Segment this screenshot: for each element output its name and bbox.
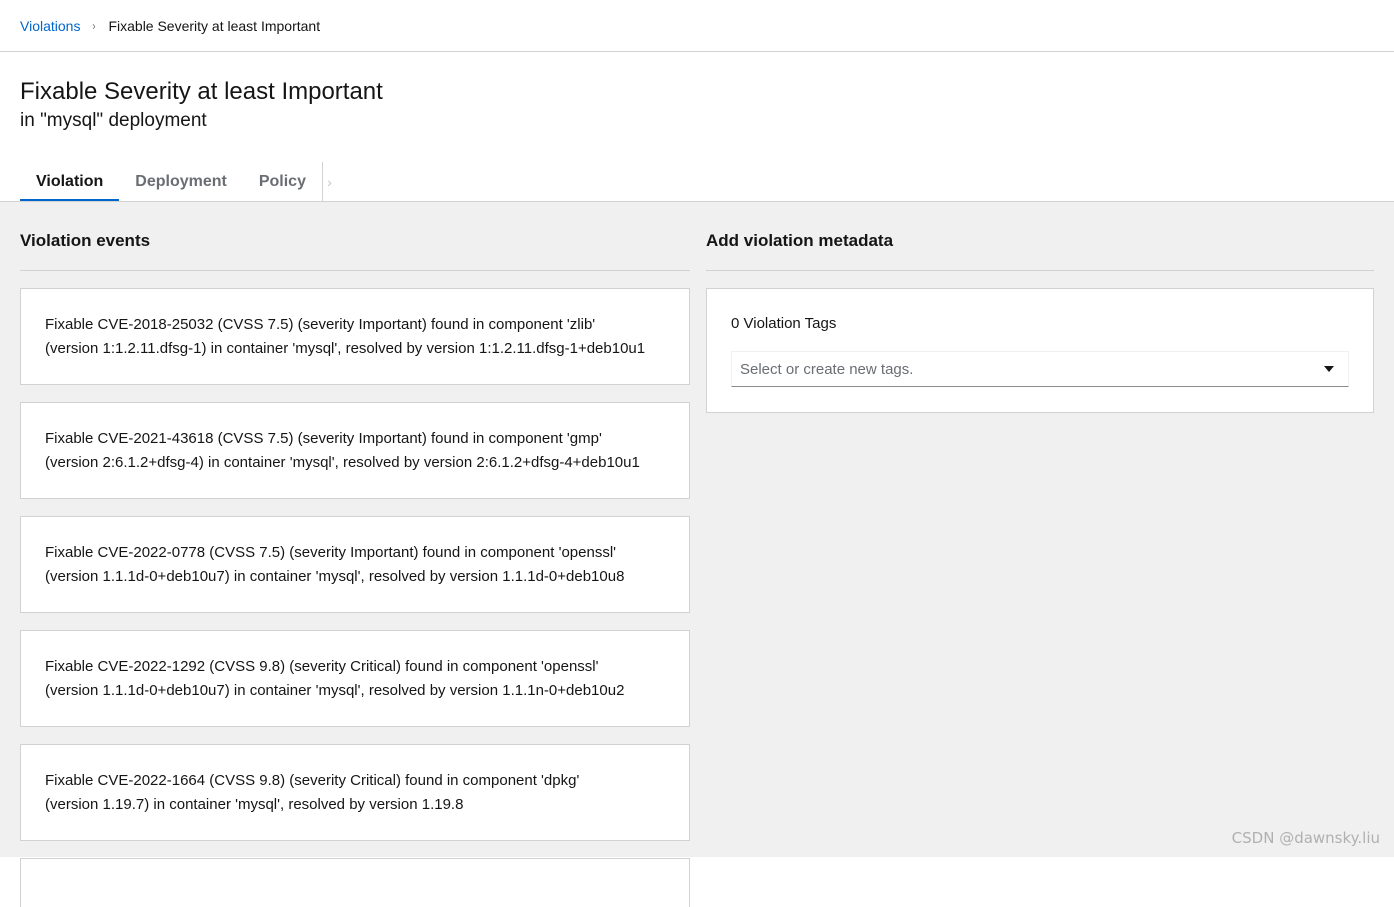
violation-event-line: Fixable CVE-2022-1292 (CVSS 9.8) (severi… (45, 658, 599, 675)
page-title: Fixable Severity at least Important (20, 78, 383, 105)
violation-event-card: Fixable CVE-2022-0778 (CVSS 7.5) (severi… (20, 516, 690, 613)
tab-policy[interactable]: Policy (243, 162, 322, 202)
violation-tags-card: 0 Violation Tags (706, 288, 1374, 413)
violation-event-line: (version 1.1.1d-0+deb10u7) in container … (45, 568, 625, 585)
violation-event-line: Fixable CVE-2022-1664 (CVSS 9.8) (severi… (45, 772, 580, 789)
violation-metadata-title: Add violation metadata (706, 202, 1374, 271)
violation-event-line: (version 1:1.2.11.dfsg-1) in container '… (45, 340, 646, 357)
violation-event-card: Fixable CVE-2021-43618 (CVSS 7.5) (sever… (20, 402, 690, 499)
main-content: Violation events Fixable CVE-2018-25032 … (0, 201, 1394, 907)
page-header: Fixable Severity at least Important in "… (0, 52, 1394, 202)
violation-event-line: Fixable CVE-2018-25032 (CVSS 7.5) (sever… (45, 316, 596, 333)
tags-input[interactable] (740, 360, 1324, 378)
tab-deployment[interactable]: Deployment (119, 162, 243, 202)
watermark: CSDN @dawnsky.liu (1231, 829, 1380, 847)
violation-events-title: Violation events (20, 202, 690, 271)
breadcrumb-violations-link[interactable]: Violations (20, 18, 80, 34)
violation-event-card-partial (20, 858, 690, 907)
violation-event-line: (version 1.1.1d-0+deb10u7) in container … (45, 682, 625, 699)
tab-violation[interactable]: Violation (20, 162, 120, 202)
violation-event-line: Fixable CVE-2021-43618 (CVSS 7.5) (sever… (45, 430, 602, 447)
violation-event-card: Fixable CVE-2022-1664 (CVSS 9.8) (severi… (20, 744, 690, 841)
breadcrumb-current: Fixable Severity at least Important (108, 17, 321, 34)
violation-event-line: (version 2:6.1.2+dfsg-4) in container 'm… (45, 454, 640, 471)
caret-down-icon[interactable] (1324, 366, 1334, 372)
violation-event-line: Fixable CVE-2022-0778 (CVSS 7.5) (severi… (45, 544, 617, 561)
tags-select[interactable] (731, 351, 1349, 387)
breadcrumb: Violations › Fixable Severity at least I… (0, 0, 1394, 52)
tab-bar: Violation Deployment Policy › (20, 162, 1374, 202)
violation-tags-count: 0 Violation Tags (731, 315, 837, 332)
violation-metadata-section: Add violation metadata 0 Violation Tags (706, 202, 1374, 857)
page-subtitle: in "mysql" deployment (20, 110, 207, 131)
violation-event-line: (version 1.19.7) in container 'mysql', r… (45, 796, 464, 813)
violation-events-section: Violation events Fixable CVE-2018-25032 … (20, 202, 690, 907)
violation-event-card: Fixable CVE-2022-1292 (CVSS 9.8) (severi… (20, 630, 690, 727)
tab-scroll-right-icon[interactable]: › (321, 162, 336, 202)
chevron-right-icon: › (92, 18, 97, 33)
violation-event-card: Fixable CVE-2018-25032 (CVSS 7.5) (sever… (20, 288, 690, 385)
